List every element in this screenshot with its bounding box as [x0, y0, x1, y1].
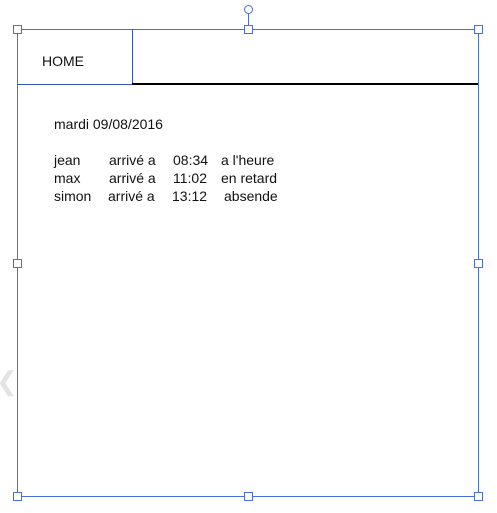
chevron-left-icon[interactable]: ❮ [0, 366, 18, 397]
date-label: mardi 09/08/2016 [54, 116, 163, 132]
tab-bar-divider [132, 83, 478, 85]
resize-handle-bottom-left[interactable] [13, 492, 22, 501]
tab-home[interactable]: HOME [17, 29, 133, 85]
row-status: en retard [221, 170, 278, 186]
row-time: 08:34 [173, 152, 209, 168]
resize-handle-top-left[interactable] [13, 25, 22, 34]
row-status: absende [224, 188, 278, 204]
row-verb: arrivé a [108, 188, 155, 204]
resize-handle-right[interactable] [474, 259, 483, 268]
row-name: simon [54, 188, 92, 204]
row-verb: arrivé a [109, 152, 156, 168]
resize-handle-bottom-right[interactable] [474, 492, 483, 501]
row-status: a l'heure [221, 152, 275, 168]
selected-frame[interactable] [17, 29, 479, 497]
row-verb: arrivé a [109, 170, 156, 186]
resize-handle-top-right[interactable] [474, 25, 483, 34]
resize-handle-bottom[interactable] [244, 492, 253, 501]
row-time: 11:02 [173, 170, 207, 186]
row-name: jean [54, 152, 81, 168]
row-time: 13:12 [172, 188, 208, 204]
resize-handle-top[interactable] [244, 25, 253, 34]
row-name: max [54, 170, 81, 186]
tab-home-label: HOME [42, 53, 84, 69]
rotation-handle[interactable] [244, 5, 253, 14]
resize-handle-left[interactable] [13, 259, 22, 268]
